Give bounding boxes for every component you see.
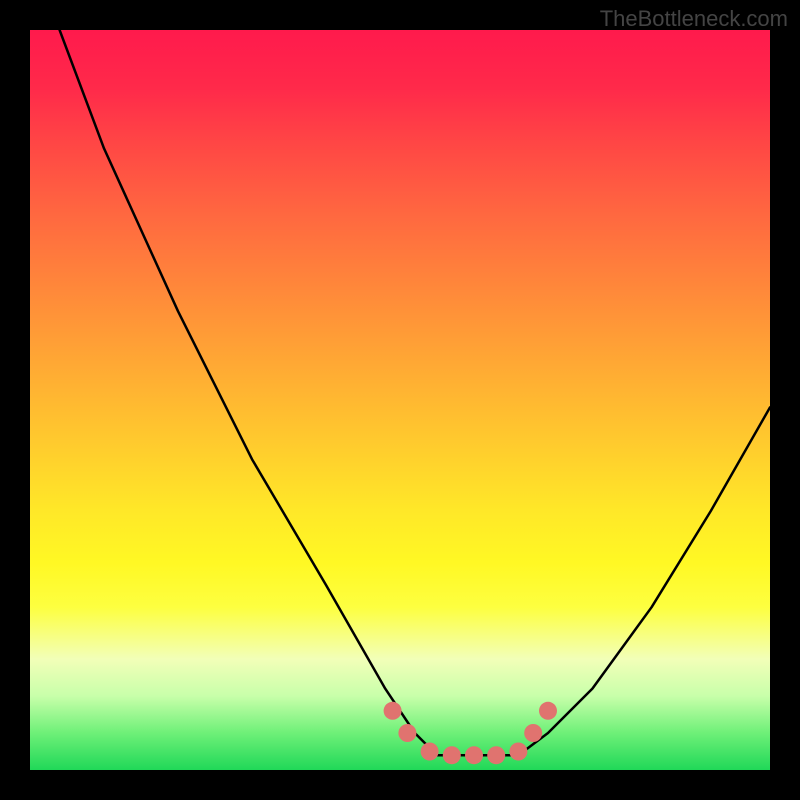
- chart-plot-area: [30, 30, 770, 770]
- highlight-dot: [443, 746, 461, 764]
- highlight-dot: [509, 743, 527, 761]
- highlight-dot: [465, 746, 483, 764]
- highlight-dot: [539, 702, 557, 720]
- watermark-text: TheBottleneck.com: [600, 6, 788, 32]
- highlight-dot: [398, 724, 416, 742]
- highlight-dots-group: [384, 702, 557, 764]
- chart-svg: [30, 30, 770, 770]
- bottleneck-curve-path: [60, 30, 770, 755]
- highlight-dot: [524, 724, 542, 742]
- highlight-dot: [421, 743, 439, 761]
- highlight-dot: [487, 746, 505, 764]
- highlight-dot: [384, 702, 402, 720]
